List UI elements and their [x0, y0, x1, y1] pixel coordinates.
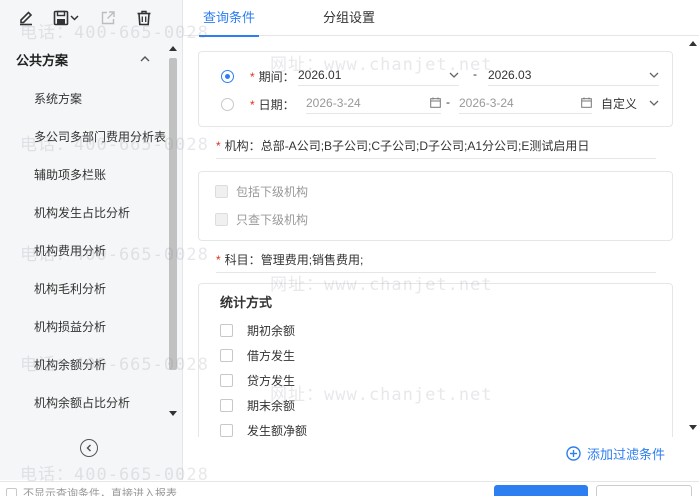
scheme-list: 系统方案 多公司多部门费用分析表 辅助项多栏账 机构发生占比分析 机构费用分析 … [0, 80, 166, 422]
stat-option-label: 借方发生 [247, 349, 296, 363]
period-separator: - [473, 67, 477, 81]
org-field[interactable]: * 机构： 总部-A公司;B子公司;C子公司;D子公司;A1分公司;E测试启用日 [216, 133, 656, 159]
scheme-item[interactable]: 多公司多部门费用分析表 [0, 118, 166, 156]
export-icon [98, 8, 118, 28]
date-separator: - [446, 95, 450, 109]
date-mode-select[interactable]: 自定义 [601, 92, 659, 114]
date-label: 日期： [258, 98, 295, 112]
required-mark: * [216, 138, 221, 153]
scheme-item[interactable]: 机构余额占比分析 [0, 384, 166, 422]
delete-icon[interactable] [134, 8, 154, 28]
only-sub-org-label: 只查下级机构 [236, 213, 309, 227]
add-filter-label: 添加过滤条件 [587, 446, 666, 462]
scheme-group-header[interactable]: 公共方案 [0, 44, 166, 74]
tab-group-settings[interactable]: 分组设置 [323, 0, 375, 36]
scheme-item[interactable]: 辅助项多栏账 [0, 156, 166, 194]
stat-credit-checkbox[interactable] [220, 374, 233, 387]
stat-net-amount-checkbox[interactable] [220, 424, 233, 437]
scheme-item[interactable]: 机构余额分析 [0, 346, 166, 384]
skip-conditions-checkbox[interactable] [6, 487, 17, 496]
org-value: 总部-A公司;B子公司;C子公司;D子公司;A1分公司;E测试启用日 [260, 139, 590, 153]
chevron-down-icon [649, 72, 659, 78]
scheme-group-title: 公共方案 [16, 52, 69, 68]
required-mark: * [250, 69, 255, 84]
calendar-icon [581, 97, 592, 108]
tab-query-conditions[interactable]: 查询条件 [198, 0, 260, 37]
query-form: * 期间： 2026.01 - 2026.03 * 日期： 2026-3-24 … [184, 37, 699, 437]
scheme-scrollbar[interactable] [166, 44, 180, 422]
save-icon[interactable] [52, 8, 82, 28]
subject-field[interactable]: * 科目： 管理费用;销售费用; [216, 247, 656, 273]
skip-conditions-label: 不显示查询条件，直接进入报表 [23, 488, 177, 496]
plus-circle-icon [566, 445, 581, 461]
scroll-down-icon[interactable] [169, 408, 177, 418]
chevron-left-icon [86, 444, 92, 452]
edit-icon[interactable] [16, 8, 36, 28]
add-filter-link[interactable]: 添加过滤条件 [566, 444, 665, 462]
stat-option-label: 发生额净额 [247, 424, 308, 437]
cancel-button[interactable] [596, 485, 692, 496]
org-label: 机构： [224, 139, 261, 153]
subject-label: 科目： [224, 253, 261, 267]
period-label: 期间： [258, 70, 295, 84]
footer-bar: 不显示查询条件，直接进入报表 [0, 481, 699, 496]
scheme-item[interactable]: 机构损益分析 [0, 308, 166, 346]
required-mark: * [216, 252, 221, 267]
chevron-down-icon [649, 100, 659, 106]
scroll-up-icon[interactable] [169, 44, 177, 54]
confirm-button[interactable] [494, 485, 588, 496]
chevron-down-icon [449, 72, 459, 78]
scheme-item[interactable]: 机构费用分析 [0, 232, 166, 270]
scheme-item[interactable]: 机构毛利分析 [0, 270, 166, 308]
subject-value: 管理费用;销售费用; [260, 253, 364, 267]
collapse-panel-button[interactable] [80, 439, 98, 457]
scroll-up-icon[interactable] [689, 40, 697, 48]
scheme-item[interactable]: 系统方案 [0, 80, 166, 118]
only-sub-org-checkbox [215, 213, 228, 226]
period-from-select[interactable]: 2026.01 [298, 64, 459, 86]
stat-opening-balance-checkbox[interactable] [220, 324, 233, 337]
chevron-up-icon [140, 56, 150, 62]
stat-option-label: 期初余额 [247, 324, 296, 338]
scroll-thumb[interactable] [169, 58, 177, 370]
date-radio[interactable] [221, 98, 234, 111]
period-date-box: * 期间： 2026.01 - 2026.03 * 日期： 2026-3-24 … [198, 51, 673, 127]
scheme-toolbar [0, 0, 183, 36]
stats-box: 统计方式 期初余额 借方发生 贷方发生 期末余额 发生额净额 [198, 283, 673, 437]
include-sub-org-label: 包括下级机构 [236, 185, 309, 199]
form-scrollbar[interactable] [688, 37, 699, 437]
scheme-panel: 公共方案 系统方案 多公司多部门费用分析表 辅助项多栏账 机构发生占比分析 机构… [0, 0, 183, 480]
tab-bar: 查询条件 分组设置 [184, 0, 699, 37]
include-sub-org-checkbox [215, 185, 228, 198]
calendar-icon [430, 97, 441, 108]
scroll-down-icon[interactable] [689, 423, 697, 431]
period-to-select[interactable]: 2026.03 [488, 64, 659, 86]
stat-option-label: 贷方发生 [247, 374, 296, 388]
scheme-item[interactable]: 机构发生占比分析 [0, 194, 166, 232]
stats-title: 统计方式 [220, 295, 273, 310]
period-radio[interactable] [221, 70, 234, 83]
date-to-input[interactable]: 2026-3-24 [459, 92, 592, 114]
org-options-box: 包括下级机构 只查下级机构 [198, 171, 673, 241]
date-from-input[interactable]: 2026-3-24 [306, 92, 441, 114]
stat-closing-balance-checkbox[interactable] [220, 399, 233, 412]
stat-option-label: 期末余额 [247, 399, 296, 413]
required-mark: * [250, 97, 255, 112]
stat-debit-checkbox[interactable] [220, 349, 233, 362]
